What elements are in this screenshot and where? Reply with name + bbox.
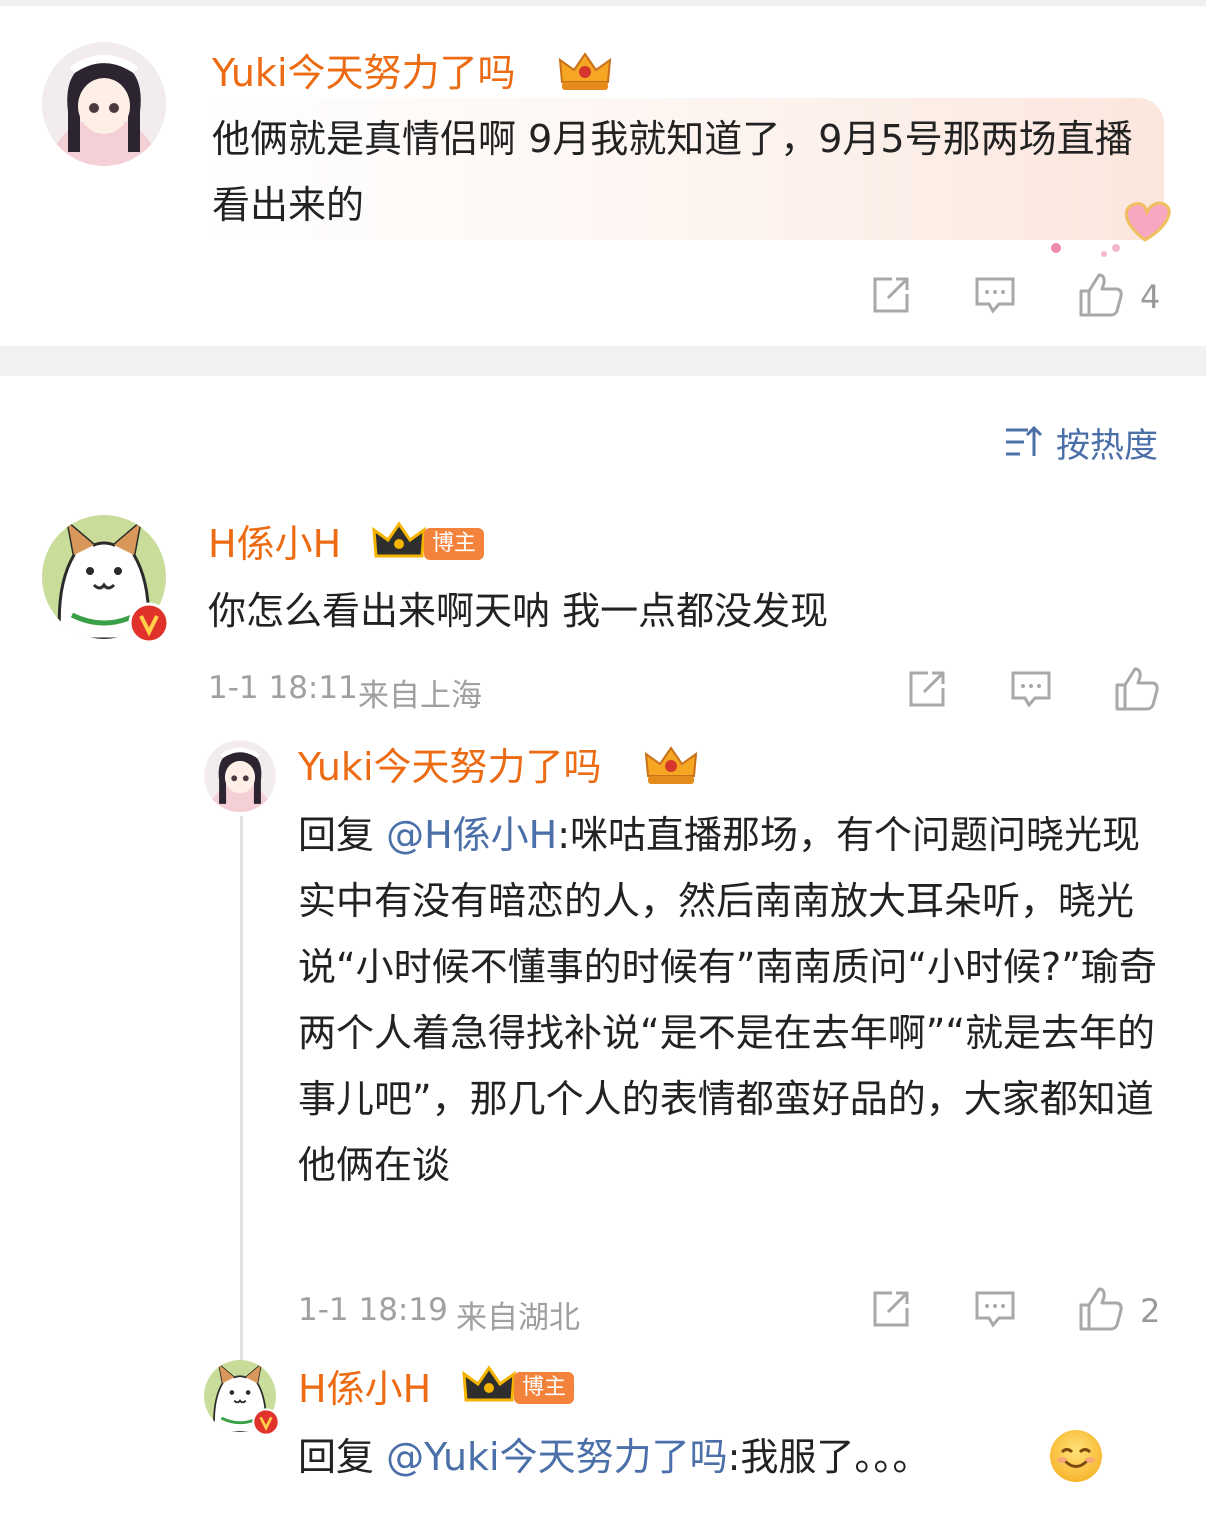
comment-time: 1-1 18:11 [208,670,358,706]
reply-text: 回复 @Yuki今天努力了吗:我服了。。。 [298,1424,1058,1490]
sort-label: 按热度 [1056,425,1158,466]
comment-text: 他俩就是真情侣啊 9月我就知道了，9月5号那两场直播看出来的 [212,117,1133,227]
like-icon[interactable] [1076,270,1126,320]
smile-emoji-icon [1048,1428,1104,1484]
username-yuki[interactable]: Yuki今天努力了吗 [212,54,516,92]
like-icon[interactable] [1076,1284,1126,1334]
section-divider [0,346,1206,376]
mention-link[interactable]: @H係小H [386,813,557,857]
crown-badge-icon [462,1364,516,1408]
badge-blogger: 博主 [424,528,485,560]
sort-icon [1004,424,1044,460]
badge-blogger: 博主 [514,1372,575,1404]
reply-body: :咪咕直播那场，有个问题问晓光现实中有没有暗恋的人，然后南南放大耳朵听，晓光说“… [298,813,1157,1187]
comment-icon[interactable] [1008,666,1054,712]
avatar-yuki-image [204,740,276,812]
crown-badge-icon [556,48,614,94]
username-h[interactable]: H係小H [298,1370,431,1408]
share-icon[interactable] [868,1286,914,1332]
crown-badge-icon [372,520,426,564]
share-icon[interactable] [868,272,914,318]
reply-thread-line [240,816,243,1364]
comment-location: 来自上海 [358,678,482,714]
reply-prefix: 回复 [298,1435,387,1479]
comment-icon[interactable] [972,272,1018,318]
reply-prefix: 回复 [298,813,387,857]
reply-text: 回复 @H係小H:咪咕直播那场，有个问题问晓光现实中有没有暗恋的人，然后南南放大… [298,802,1164,1198]
avatar-yuki[interactable] [42,42,166,166]
like-count: 2 [1140,1292,1161,1330]
verified-v-icon [252,1408,280,1436]
comment-text: 你怎么看出来啊天呐 我一点都没发现 [208,589,829,633]
username-h[interactable]: H係小H [208,525,341,563]
mention-link[interactable]: @Yuki今天努力了吗 [386,1435,728,1479]
comment-icon[interactable] [972,1286,1018,1332]
verified-v-icon [128,602,170,644]
avatar-yuki-image [42,42,166,166]
bubble-heart-decoration-icon [1040,190,1180,260]
reply-location: 来自湖北 [456,1300,580,1336]
share-icon[interactable] [904,666,950,712]
username-yuki[interactable]: Yuki今天努力了吗 [298,748,602,786]
reply-body: :我服了。。。 [727,1435,931,1479]
top-divider [0,0,1206,6]
like-count: 4 [1140,278,1161,316]
like-icon[interactable] [1112,664,1162,714]
avatar-yuki[interactable] [204,740,276,812]
reply-time: 1-1 18:19 [298,1292,448,1328]
sort-button[interactable]: 按热度 [1004,420,1158,466]
crown-badge-icon [642,742,700,788]
